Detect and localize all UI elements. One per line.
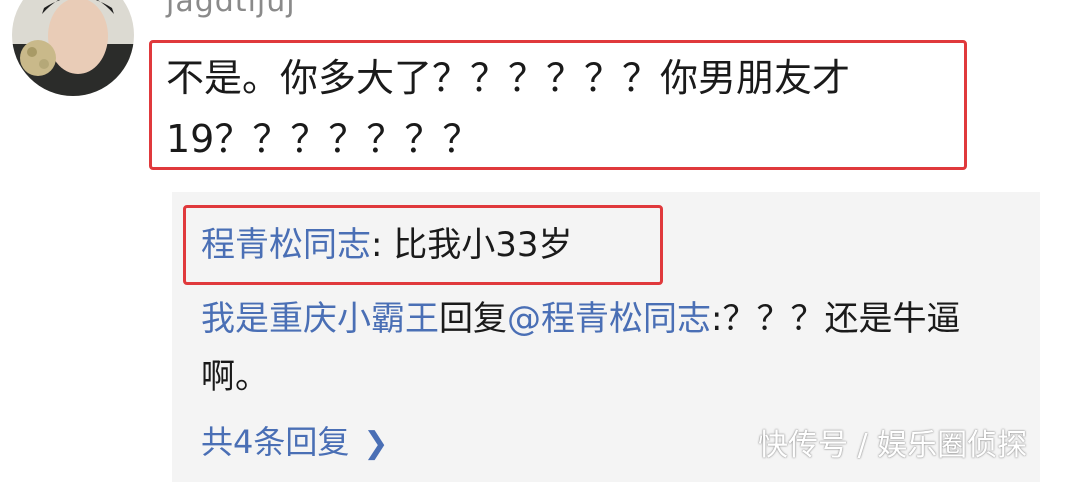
highlight-box <box>183 205 663 285</box>
more-replies-link[interactable]: 共4条回复 ❯ <box>201 418 389 468</box>
reply-author[interactable]: 我是重庆小霸王 <box>201 299 439 339</box>
reply-separator: : <box>711 299 723 339</box>
more-replies-label: 共4条回复 <box>201 423 350 461</box>
watermark: 快传号 / 娱乐圈侦探 <box>758 428 1028 463</box>
highlight-box <box>149 40 967 170</box>
reply-item[interactable]: 我是重庆小霸王回复@程青松同志:？？？还是牛逼啊。 <box>201 290 1021 406</box>
reply-word: 回复 <box>439 299 507 339</box>
chevron-right-icon: ❯ <box>363 426 389 461</box>
avatar[interactable] <box>12 0 134 96</box>
reply-target[interactable]: @程青松同志 <box>507 299 711 339</box>
avatar-photo <box>12 0 134 96</box>
comment-username[interactable]: jagdtljuj <box>166 0 296 22</box>
